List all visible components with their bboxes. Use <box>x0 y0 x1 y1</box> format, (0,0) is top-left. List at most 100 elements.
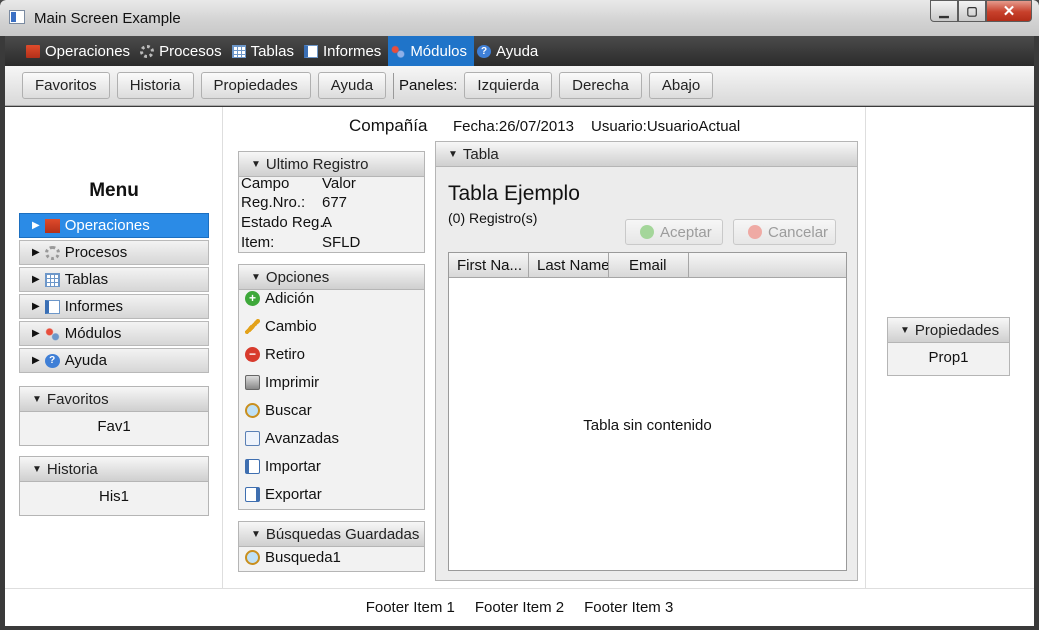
remove-icon: − <box>245 346 260 362</box>
column-header-last-name[interactable]: Last Name <box>529 253 609 277</box>
footer-item: Footer Item 3 <box>584 599 674 616</box>
saved-search-item[interactable]: Busqueda1 <box>245 547 341 567</box>
close-button[interactable]: ✕ <box>986 0 1032 22</box>
opciones-body: + Adición Cambio − Retiro Imprimir Busca… <box>239 290 424 509</box>
option-label: Adición <box>265 289 315 307</box>
table-icon <box>44 272 60 287</box>
window-title: Main Screen Example <box>34 10 181 27</box>
record-count: (0) Registro(s) <box>448 210 538 226</box>
collapse-arrow-icon: ▼ <box>251 158 261 170</box>
derecha-button[interactable]: Derecha <box>559 72 642 99</box>
maximize-button[interactable]: ▢ <box>958 0 986 22</box>
nav-item-ayuda[interactable]: ▶ ? Ayuda <box>19 348 209 373</box>
advanced-search-icon <box>245 430 260 446</box>
propiedades-item[interactable]: Prop1 <box>888 343 1009 375</box>
app-icon <box>9 10 25 24</box>
option-buscar[interactable]: Buscar <box>245 400 312 420</box>
data-table[interactable]: First Na... Last Name Email Tabla sin co… <box>448 252 847 571</box>
option-label: Importar <box>265 457 321 475</box>
pane-title: Propiedades <box>914 321 1000 339</box>
favoritos-button[interactable]: Favoritos <box>22 72 110 99</box>
help-icon: ? <box>44 353 60 368</box>
field-label: Estado Reg.: <box>241 214 328 231</box>
field-label: Reg.Nro.: <box>241 194 306 211</box>
historia-pane: ▼ Historia His1 <box>19 456 209 516</box>
busquedas-header[interactable]: ▼ Búsquedas Guardadas <box>239 522 424 547</box>
field-label: Campo <box>241 175 290 192</box>
favoritos-item[interactable]: Fav1 <box>20 412 208 445</box>
menu-ayuda[interactable]: ? Ayuda <box>474 36 545 66</box>
collapse-arrow-icon: ▼ <box>32 463 42 475</box>
izquierda-button[interactable]: Izquierda <box>464 72 553 99</box>
nav-item-tablas[interactable]: ▶ Tablas <box>19 267 209 292</box>
expand-arrow-icon: ▶ <box>32 247 40 258</box>
aceptar-button[interactable]: Aceptar <box>625 219 723 245</box>
menu-procesos[interactable]: Procesos <box>137 36 229 66</box>
modules-icon <box>391 44 406 58</box>
opciones-pane: ▼ Opciones + Adición Cambio − Retiro Imp… <box>238 264 425 510</box>
column-header-email[interactable]: Email <box>609 253 689 277</box>
magnifier-icon <box>245 549 260 565</box>
favoritos-pane-header[interactable]: ▼ Favoritos <box>20 387 208 412</box>
export-icon <box>245 486 260 502</box>
option-label: Exportar <box>265 485 322 503</box>
ultimo-registro-header[interactable]: ▼ Ultimo Registro <box>239 152 424 177</box>
historia-item[interactable]: His1 <box>20 482 208 515</box>
propiedades-header[interactable]: ▼ Propiedades <box>888 318 1009 343</box>
toolbar-separator <box>393 72 395 99</box>
pane-title: Favoritos <box>46 390 109 408</box>
option-importar[interactable]: Importar <box>245 456 321 476</box>
table-icon <box>231 44 246 58</box>
nav-item-informes[interactable]: ▶ Informes <box>19 294 209 319</box>
historia-button[interactable]: Historia <box>116 72 194 99</box>
nav-item-modulos[interactable]: ▶ Módulos <box>19 321 209 346</box>
ayuda-button[interactable]: Ayuda <box>317 72 387 99</box>
aceptar-label: Aceptar <box>660 223 712 241</box>
option-imprimir[interactable]: Imprimir <box>245 372 319 392</box>
expand-arrow-icon: ▶ <box>32 328 40 339</box>
collapse-arrow-icon: ▼ <box>251 528 261 540</box>
opciones-header[interactable]: ▼ Opciones <box>239 265 424 290</box>
option-adicion[interactable]: + Adición <box>245 288 314 308</box>
historia-pane-header[interactable]: ▼ Historia <box>20 457 208 482</box>
menu-label: Módulos <box>410 42 468 60</box>
column-header-first-name[interactable]: First Na... <box>449 253 529 277</box>
footer: Footer Item 1 Footer Item 2 Footer Item … <box>5 588 1034 626</box>
check-icon <box>640 225 654 239</box>
propiedades-pane: ▼ Propiedades Prop1 <box>887 317 1010 376</box>
cancelar-button[interactable]: Cancelar <box>733 219 836 245</box>
pane-title: Opciones <box>265 268 330 286</box>
right-divider <box>865 107 866 588</box>
option-avanzadas[interactable]: Avanzadas <box>245 428 339 448</box>
expand-arrow-icon: ▶ <box>32 355 40 366</box>
cancelar-label: Cancelar <box>768 223 829 241</box>
report-icon <box>44 299 60 314</box>
option-cambio[interactable]: Cambio <box>245 316 317 336</box>
main-content: Compañía Fecha:26/07/2013 Usuario:Usuari… <box>5 107 1034 588</box>
toolbar: Favoritos Historia Propiedades Ayuda Pan… <box>5 66 1034 106</box>
option-label: Cambio <box>265 317 317 335</box>
option-exportar[interactable]: Exportar <box>245 484 322 504</box>
left-divider <box>222 107 223 588</box>
nav-item-procesos[interactable]: ▶ Procesos <box>19 240 209 265</box>
nav-item-operaciones[interactable]: ▶ Operaciones <box>19 213 209 238</box>
footer-item: Footer Item 2 <box>474 599 565 616</box>
propiedades-button[interactable]: Propiedades <box>200 72 311 99</box>
minimize-button[interactable]: ▁ <box>930 0 958 22</box>
factory-icon <box>44 218 60 233</box>
field-value: 677 <box>322 194 348 211</box>
factory-icon <box>26 44 40 58</box>
ultimo-registro-pane: ▼ Ultimo Registro Campo Valor Reg.Nro.: … <box>238 151 425 253</box>
menu-tablas[interactable]: Tablas <box>229 36 301 66</box>
abajo-button[interactable]: Abajo <box>648 72 714 99</box>
pane-title: Búsquedas Guardadas <box>265 525 420 543</box>
nav-item-label: Tablas <box>64 271 109 288</box>
nav-item-label: Operaciones <box>64 217 150 234</box>
menu-label: Operaciones <box>45 42 131 60</box>
menu-operaciones[interactable]: Operaciones <box>23 36 137 66</box>
option-retiro[interactable]: − Retiro <box>245 344 305 364</box>
menu-informes[interactable]: Informes <box>301 36 388 66</box>
menu-modulos[interactable]: Módulos <box>388 36 475 66</box>
tabla-pane-header[interactable]: ▼ Tabla <box>436 142 857 167</box>
paneles-label: Paneles: <box>399 77 458 94</box>
